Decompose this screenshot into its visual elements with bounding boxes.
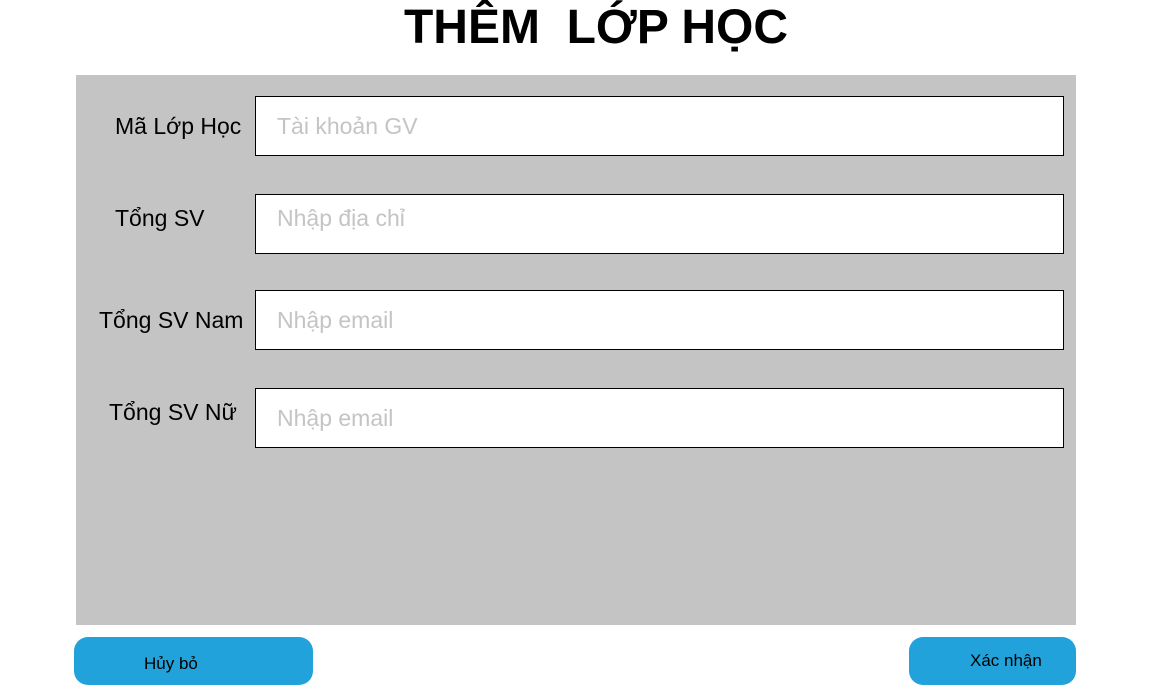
total-students-input[interactable]: [255, 194, 1064, 254]
confirm-button[interactable]: Xác nhận: [909, 637, 1076, 685]
total-male-students-input[interactable]: [255, 290, 1064, 350]
cancel-button-label: Hủy bỏ: [144, 654, 198, 673]
total-female-students-label: Tổng SV Nữ: [109, 399, 237, 425]
class-code-label: Mã Lớp Học: [115, 113, 242, 139]
page-title: THÊM LỚP HỌC: [403, 1, 789, 54]
total-female-students-input[interactable]: [255, 388, 1064, 448]
cancel-button[interactable]: Hủy bỏ: [74, 637, 313, 685]
total-male-students-label: Tổng SV Nam: [99, 307, 244, 333]
confirm-button-label: Xác nhận: [970, 651, 1042, 670]
class-code-input[interactable]: [255, 96, 1064, 156]
total-students-label: Tổng SV: [115, 205, 205, 231]
form-panel: [76, 75, 1076, 625]
add-class-page: THÊM LỚP HỌC Mã Lớp Học Tổng SV Tổng SV …: [0, 0, 1152, 700]
